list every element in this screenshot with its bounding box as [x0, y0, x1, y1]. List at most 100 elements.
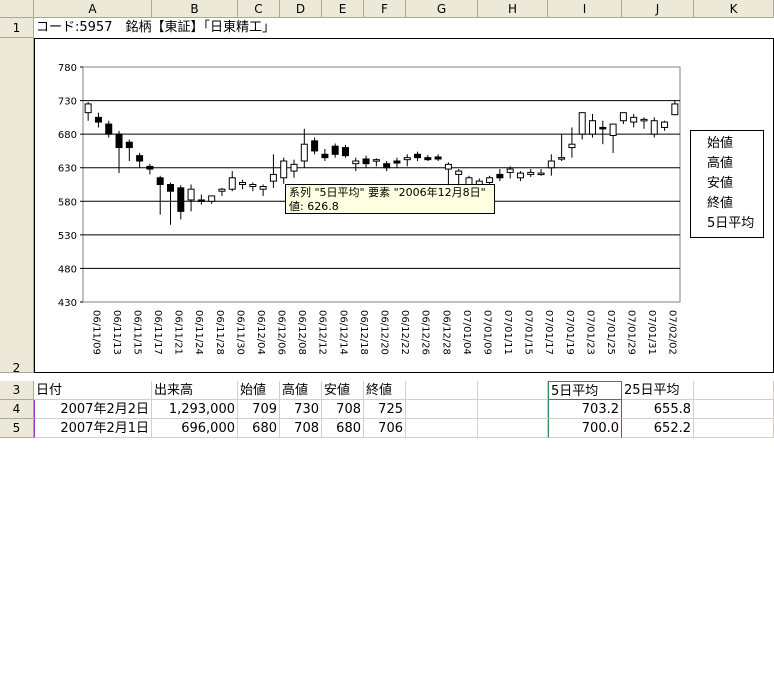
- cell-e5[interactable]: 680: [322, 419, 364, 438]
- cell-h3[interactable]: [478, 381, 548, 400]
- candle-body: [537, 172, 545, 176]
- cell-e4[interactable]: 708: [322, 400, 364, 419]
- cell-i5[interactable]: 700.0: [548, 419, 622, 438]
- column-header-j[interactable]: J: [622, 0, 694, 18]
- x-tick-label: 07/02/02: [667, 310, 678, 355]
- cell-a3[interactable]: 日付: [34, 381, 152, 400]
- y-tick-label: 680: [58, 130, 77, 141]
- candle-body: [311, 140, 319, 152]
- cell-h4[interactable]: [478, 400, 548, 419]
- cell-k5[interactable]: [694, 419, 774, 438]
- cell-f5[interactable]: 706: [364, 419, 406, 438]
- cell-k4[interactable]: [694, 400, 774, 419]
- row-header-5[interactable]: 5: [0, 419, 34, 438]
- candle-body: [444, 163, 452, 170]
- x-tick-label: 07/01/09: [481, 310, 492, 355]
- x-tick-label: 06/12/12: [317, 310, 328, 355]
- x-tick-label: 06/11/21: [173, 310, 184, 355]
- candle-body: [568, 143, 576, 149]
- candle-body: [414, 153, 422, 159]
- legend-entry-low: 安値: [707, 176, 734, 191]
- cell-i4[interactable]: 703.2: [548, 400, 622, 419]
- row-header-1[interactable]: 1: [0, 18, 34, 38]
- candle-body: [125, 141, 133, 149]
- x-tick-label: 07/01/04: [461, 310, 472, 355]
- cell-d5[interactable]: 708: [280, 419, 322, 438]
- cell-j3[interactable]: 25日平均: [622, 381, 694, 400]
- candle-body: [259, 186, 267, 190]
- cell-c5[interactable]: 680: [238, 419, 280, 438]
- column-header-a[interactable]: A: [34, 0, 152, 18]
- cell-j4[interactable]: 655.8: [622, 400, 694, 419]
- candle-body: [527, 171, 535, 175]
- candle-body: [146, 165, 154, 170]
- candle-body: [341, 147, 349, 157]
- y-tick-label: 580: [58, 197, 77, 208]
- tooltip-series-line: 系列 "5日平均" 要素 "2006年12月8日": [289, 186, 486, 199]
- cell-g4[interactable]: [406, 400, 478, 419]
- cell-a4[interactable]: 2007年2月2日: [34, 400, 152, 419]
- candle-body: [671, 103, 679, 116]
- candle-body: [393, 160, 401, 164]
- x-tick-label: 06/12/26: [420, 310, 431, 355]
- column-header-f[interactable]: F: [364, 0, 406, 18]
- cell-a5[interactable]: 2007年2月1日: [34, 419, 152, 438]
- x-tick-label: 07/01/17: [543, 310, 554, 355]
- candle-body: [403, 157, 411, 161]
- cell-c3[interactable]: 始値: [238, 381, 280, 400]
- cell-i3[interactable]: 5日平均: [548, 381, 622, 400]
- x-tick-label: 07/01/31: [646, 310, 657, 355]
- x-tick-label: 06/11/28: [214, 310, 225, 355]
- x-tick-label: 07/01/15: [523, 310, 534, 355]
- cell-e3[interactable]: 安値: [322, 381, 364, 400]
- row-header-2[interactable]: 2: [0, 38, 34, 375]
- candle-body: [609, 123, 617, 136]
- cell-c4[interactable]: 709: [238, 400, 280, 419]
- candle-body: [187, 188, 195, 201]
- candle-body: [547, 160, 555, 169]
- column-header-h[interactable]: H: [478, 0, 548, 18]
- cell-b5[interactable]: 696,000: [152, 419, 238, 438]
- cell-d4[interactable]: 730: [280, 400, 322, 419]
- column-header-d[interactable]: D: [280, 0, 322, 18]
- y-tick-label: 630: [58, 164, 77, 175]
- legend-entry-high: 高値: [707, 156, 734, 171]
- cell-f3[interactable]: 終値: [364, 381, 406, 400]
- candle-body: [661, 121, 669, 128]
- candle-body: [300, 143, 308, 162]
- column-header-g[interactable]: G: [406, 0, 478, 18]
- candle-body: [115, 133, 123, 149]
- cell-b4[interactable]: 1,293,000: [152, 400, 238, 419]
- candle-body: [372, 159, 380, 162]
- cell-b3[interactable]: 出来高: [152, 381, 238, 400]
- cell-f4[interactable]: 725: [364, 400, 406, 419]
- x-tick-label: 06/11/24: [193, 310, 204, 355]
- candle-body: [619, 112, 627, 122]
- select-all-corner[interactable]: [0, 0, 34, 18]
- x-tick-label: 06/12/14: [337, 310, 348, 355]
- column-header-c[interactable]: C: [238, 0, 280, 18]
- row-header-4[interactable]: 4: [0, 400, 34, 419]
- x-tick-label: 06/11/30: [234, 310, 245, 355]
- cell-j5[interactable]: 652.2: [622, 419, 694, 438]
- candle-body: [455, 170, 463, 175]
- column-header-b[interactable]: B: [152, 0, 238, 18]
- candle-body: [589, 120, 597, 135]
- cell-a1[interactable]: コード:5957 銘柄【東証】「日東精工」: [34, 18, 774, 38]
- row-header-3[interactable]: 3: [0, 381, 34, 400]
- cell-d3[interactable]: 高値: [280, 381, 322, 400]
- column-header-k[interactable]: K: [694, 0, 774, 18]
- x-tick-label: 06/12/18: [358, 310, 369, 355]
- column-header-e[interactable]: E: [322, 0, 364, 18]
- cell-h5[interactable]: [478, 419, 548, 438]
- x-tick-label: 07/01/29: [626, 310, 637, 355]
- chart-legend[interactable]: 始値 高値 安値 終値 5日平均: [690, 130, 764, 238]
- x-tick-label: 06/11/15: [131, 310, 142, 355]
- candle-body: [352, 160, 360, 165]
- cell-k3[interactable]: [694, 381, 774, 400]
- cell-g5[interactable]: [406, 419, 478, 438]
- column-header-i[interactable]: I: [548, 0, 622, 18]
- cell-g3[interactable]: [406, 381, 478, 400]
- candle-body: [630, 116, 638, 123]
- candle-body: [383, 163, 391, 169]
